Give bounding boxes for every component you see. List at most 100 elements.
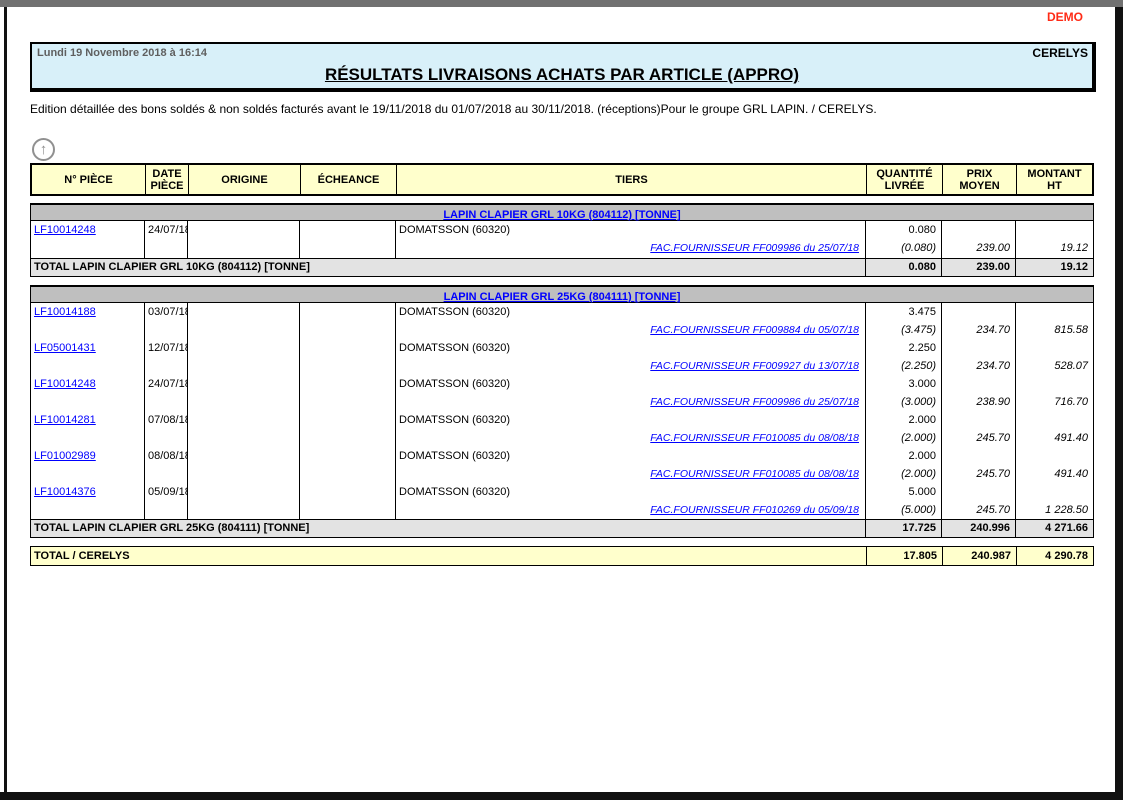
window-frame-bottom bbox=[0, 792, 1123, 800]
qty-delivered: 0.080 bbox=[866, 221, 941, 239]
group-title-link[interactable]: LAPIN CLAPIER GRL 10KG (804112) [TONNE] bbox=[443, 209, 680, 221]
qty-invoiced: (3.475) bbox=[866, 321, 941, 339]
article-group-25kg: LAPIN CLAPIER GRL 25KG (804111) [TONNE] … bbox=[30, 285, 1094, 538]
quantity-column: 0.080 (0.080) bbox=[866, 221, 942, 258]
invoice-link[interactable]: FAC.FOURNISSEUR FF010085 du 08/08/18 bbox=[650, 468, 859, 480]
piece-link[interactable]: LF05001431 bbox=[34, 342, 96, 354]
column-header-prix: PRIX MOYEN bbox=[943, 165, 1017, 194]
tiers-name: DOMATSSON (60320) bbox=[396, 375, 865, 393]
grand-total-price: 240.987 bbox=[943, 547, 1017, 565]
piece-date: 24/07/18 bbox=[145, 375, 187, 393]
qty-invoiced: (2.000) bbox=[866, 429, 941, 447]
group-total-label: TOTAL LAPIN CLAPIER GRL 10KG (804112) [T… bbox=[31, 259, 866, 276]
invoice-link[interactable]: FAC.FOURNISSEUR FF009927 du 13/07/18 bbox=[650, 360, 859, 372]
grand-total-label: TOTAL / CERELYS bbox=[31, 547, 867, 565]
group-band: LAPIN CLAPIER GRL 10KG (804112) [TONNE] bbox=[31, 205, 1093, 221]
column-header-quantite: QUANTITÉ LIVRÉE bbox=[867, 165, 943, 194]
piece-column: LF10014248 bbox=[31, 221, 145, 258]
column-header-date: DATE PIÈCE bbox=[146, 165, 189, 194]
tiers-name: DOMATSSON (60320) bbox=[396, 411, 865, 429]
invoice-link[interactable]: FAC.FOURNISSEUR FF010269 du 05/09/18 bbox=[650, 504, 859, 516]
column-header-row: N° PIÈCE DATE PIÈCE ORIGINE ÉCHEANCE TIE… bbox=[30, 163, 1094, 196]
origine-column bbox=[188, 221, 300, 258]
avg-price: 238.90 bbox=[942, 393, 1015, 411]
qty-invoiced: (5.000) bbox=[866, 501, 941, 519]
qty-delivered: 5.000 bbox=[866, 483, 941, 501]
qty-delivered: 3.000 bbox=[866, 375, 941, 393]
column-header-montant: MONTANT HT bbox=[1017, 165, 1092, 194]
group-total-row: TOTAL LAPIN CLAPIER GRL 10KG (804112) [T… bbox=[31, 258, 1093, 276]
tiers-name: DOMATSSON (60320) bbox=[396, 483, 865, 501]
piece-link[interactable]: LF10014376 bbox=[34, 486, 96, 498]
tiers-name: DOMATSSON (60320) bbox=[396, 221, 865, 239]
amount-column: 815.58 528.07 716.70 491.40 491.40 1 228… bbox=[1016, 303, 1093, 519]
price-column: 234.70 234.70 238.90 245.70 245.70 245.7… bbox=[942, 303, 1016, 519]
grand-total-amount: 4 290.78 bbox=[1017, 547, 1093, 565]
results-table: N° PIÈCE DATE PIÈCE ORIGINE ÉCHEANCE TIE… bbox=[30, 163, 1094, 566]
avg-price: 234.70 bbox=[942, 321, 1015, 339]
piece-link[interactable]: LF10014248 bbox=[34, 224, 96, 236]
piece-link[interactable]: LF10014188 bbox=[34, 306, 96, 318]
origine-column bbox=[188, 303, 300, 519]
report-title: RÉSULTATS LIVRAISONS ACHATS PAR ARTICLE … bbox=[32, 65, 1092, 85]
grand-total-row: TOTAL / CERELYS 17.805 240.987 4 290.78 bbox=[30, 546, 1094, 566]
piece-date: 07/08/18 bbox=[145, 411, 187, 429]
amount-ht: 491.40 bbox=[1016, 465, 1093, 483]
piece-column: LF10014188 LF05001431 LF10014248 LF10014… bbox=[31, 303, 145, 519]
amount-ht: 815.58 bbox=[1016, 321, 1093, 339]
window-frame-top bbox=[0, 0, 1123, 7]
tiers-column: DOMATSSON (60320) FAC.FOURNISSEUR FF0098… bbox=[396, 303, 866, 519]
tiers-name: DOMATSSON (60320) bbox=[396, 447, 865, 465]
qty-delivered: 3.475 bbox=[866, 303, 941, 321]
echeance-column bbox=[300, 221, 396, 258]
date-column: 03/07/18 12/07/18 24/07/18 07/08/18 08/0… bbox=[145, 303, 188, 519]
piece-link[interactable]: LF10014281 bbox=[34, 414, 96, 426]
group-total-row: TOTAL LAPIN CLAPIER GRL 25KG (804111) [T… bbox=[31, 519, 1093, 537]
amount-ht: 19.12 bbox=[1016, 239, 1093, 257]
amount-ht: 1 228.50 bbox=[1016, 501, 1093, 519]
report-header-box: Lundi 19 Novembre 2018 à 16:14 CERELYS R… bbox=[30, 42, 1096, 92]
amount-column: 19.12 bbox=[1016, 221, 1093, 258]
avg-price: 245.70 bbox=[942, 429, 1015, 447]
group-band: LAPIN CLAPIER GRL 25KG (804111) [TONNE] bbox=[31, 287, 1093, 303]
report-page: DEMO Lundi 19 Novembre 2018 à 16:14 CERE… bbox=[7, 7, 1115, 792]
group-title-link[interactable]: LAPIN CLAPIER GRL 25KG (804111) [TONNE] bbox=[444, 291, 681, 303]
date-column: 24/07/18 bbox=[145, 221, 188, 258]
tiers-column: DOMATSSON (60320) FAC.FOURNISSEUR FF0099… bbox=[396, 221, 866, 258]
tiers-name: DOMATSSON (60320) bbox=[396, 339, 865, 357]
avg-price: 239.00 bbox=[942, 239, 1015, 257]
invoice-link[interactable]: FAC.FOURNISSEUR FF009884 du 05/07/18 bbox=[650, 324, 859, 336]
article-group-10kg: LAPIN CLAPIER GRL 10KG (804112) [TONNE] … bbox=[30, 203, 1094, 277]
group-total-qty: 0.080 bbox=[866, 259, 942, 276]
invoice-link[interactable]: FAC.FOURNISSEUR FF009986 du 25/07/18 bbox=[650, 242, 859, 254]
group-total-amount: 4 271.66 bbox=[1016, 520, 1093, 537]
invoice-link[interactable]: FAC.FOURNISSEUR FF010085 du 08/08/18 bbox=[650, 432, 859, 444]
piece-link[interactable]: LF10014248 bbox=[34, 378, 96, 390]
piece-date: 05/09/18 bbox=[145, 483, 187, 501]
amount-ht: 528.07 bbox=[1016, 357, 1093, 375]
company-name: CERELYS bbox=[1032, 46, 1088, 60]
scroll-top-icon[interactable]: ↑ bbox=[32, 138, 55, 161]
echeance-column bbox=[300, 303, 396, 519]
invoice-link[interactable]: FAC.FOURNISSEUR FF009986 du 25/07/18 bbox=[650, 396, 859, 408]
report-datetime: Lundi 19 Novembre 2018 à 16:14 bbox=[37, 47, 207, 59]
amount-ht: 716.70 bbox=[1016, 393, 1093, 411]
piece-link[interactable]: LF01002989 bbox=[34, 450, 96, 462]
qty-invoiced: (0.080) bbox=[866, 239, 941, 257]
qty-invoiced: (3.000) bbox=[866, 393, 941, 411]
piece-date: 08/08/18 bbox=[145, 447, 187, 465]
avg-price: 245.70 bbox=[942, 501, 1015, 519]
qty-invoiced: (2.000) bbox=[866, 465, 941, 483]
group-total-amount: 19.12 bbox=[1016, 259, 1093, 276]
price-column: 239.00 bbox=[942, 221, 1016, 258]
piece-date: 24/07/18 bbox=[145, 221, 187, 239]
column-header-echeance: ÉCHEANCE bbox=[301, 165, 397, 194]
group-total-qty: 17.725 bbox=[866, 520, 942, 537]
quantity-column: 3.475(3.475) 2.250(2.250) 3.000(3.000) 2… bbox=[866, 303, 942, 519]
report-description: Edition détaillée des bons soldés & non … bbox=[30, 102, 1096, 116]
tiers-name: DOMATSSON (60320) bbox=[396, 303, 865, 321]
demo-badge: DEMO bbox=[1047, 10, 1083, 24]
qty-invoiced: (2.250) bbox=[866, 357, 941, 375]
window-frame-right bbox=[1115, 7, 1123, 793]
group-body: LF10014188 LF05001431 LF10014248 LF10014… bbox=[31, 303, 1093, 519]
